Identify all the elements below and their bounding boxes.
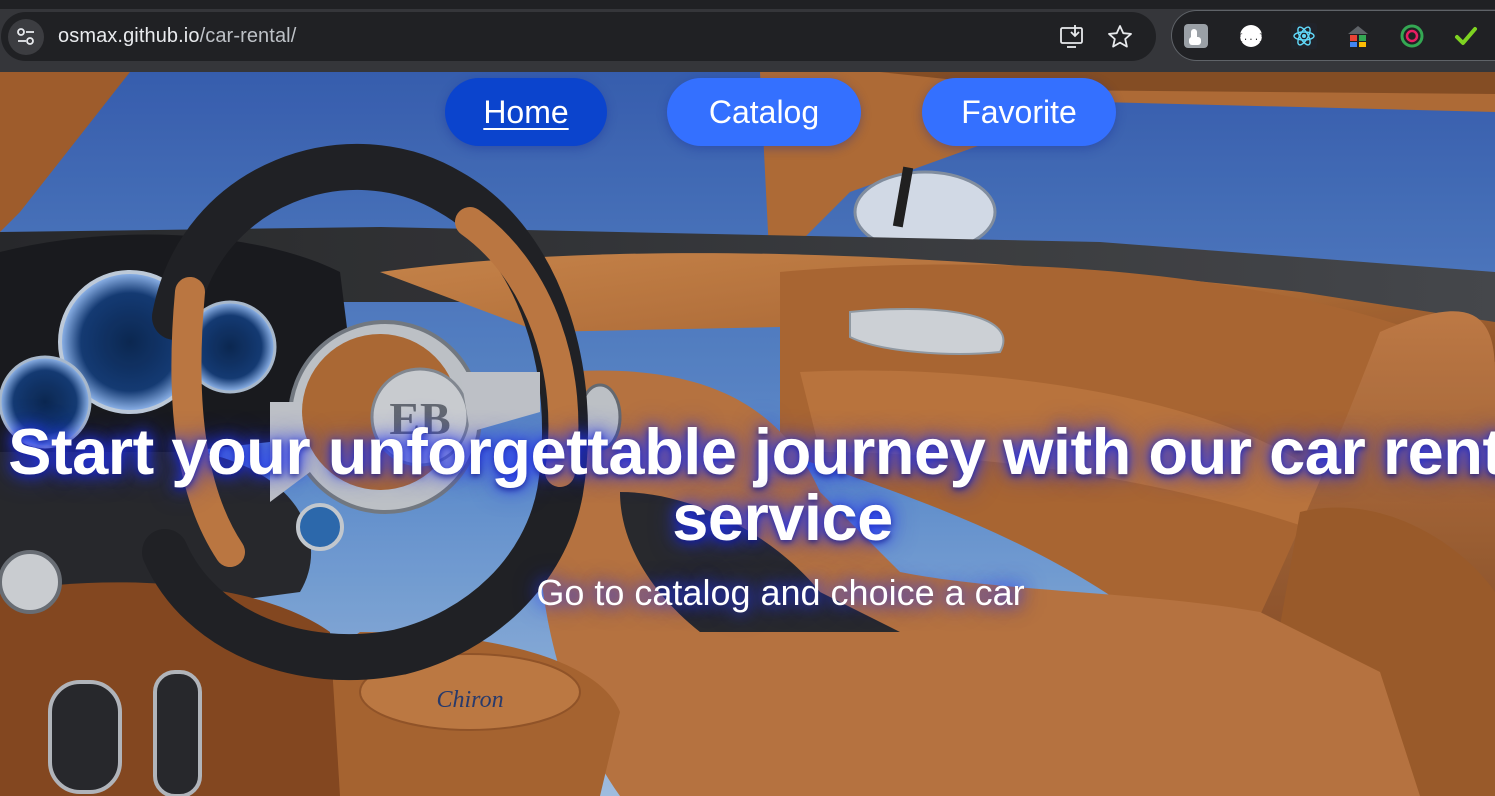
nav-catalog-link[interactable]: Catalog [667, 78, 861, 146]
svg-text:{...}: {...} [1238, 33, 1264, 43]
address-bar[interactable]: osmax.github.io/car-rental/ [1, 12, 1156, 61]
touch-extension-icon[interactable] [1183, 23, 1209, 49]
hero-subtitle: Go to catalog and choice a car [536, 572, 1025, 613]
url-path: /car-rental/ [199, 25, 297, 47]
url-text[interactable]: osmax.github.io/car-rental/ [58, 25, 296, 48]
ring-extension-icon[interactable] [1399, 23, 1425, 49]
url-host: osmax.github.io [58, 25, 200, 47]
site-info-button[interactable] [8, 19, 44, 55]
check-extension-icon[interactable] [1453, 23, 1479, 49]
hero-title: Start your unforgettable journey with ou… [8, 415, 1495, 554]
star-icon[interactable] [1106, 23, 1134, 51]
main-nav: Home Catalog Favorite [0, 78, 1495, 148]
browser-toolbar: osmax.github.io/car-rental/ {...} [0, 0, 1495, 72]
json-extension-icon[interactable]: {...} [1238, 23, 1264, 49]
nav-home-link[interactable]: Home [445, 78, 607, 146]
hero-section: Chiron EB Home Catalog Favorite Start yo… [0, 72, 1495, 796]
nav-favorite-link[interactable]: Favorite [922, 78, 1116, 146]
tune-icon [17, 28, 34, 45]
install-app-icon[interactable] [1058, 23, 1086, 51]
colorful-extension-icon[interactable] [1345, 23, 1371, 49]
extensions-bar: {...} [1171, 10, 1495, 61]
react-devtools-icon[interactable] [1291, 23, 1317, 49]
